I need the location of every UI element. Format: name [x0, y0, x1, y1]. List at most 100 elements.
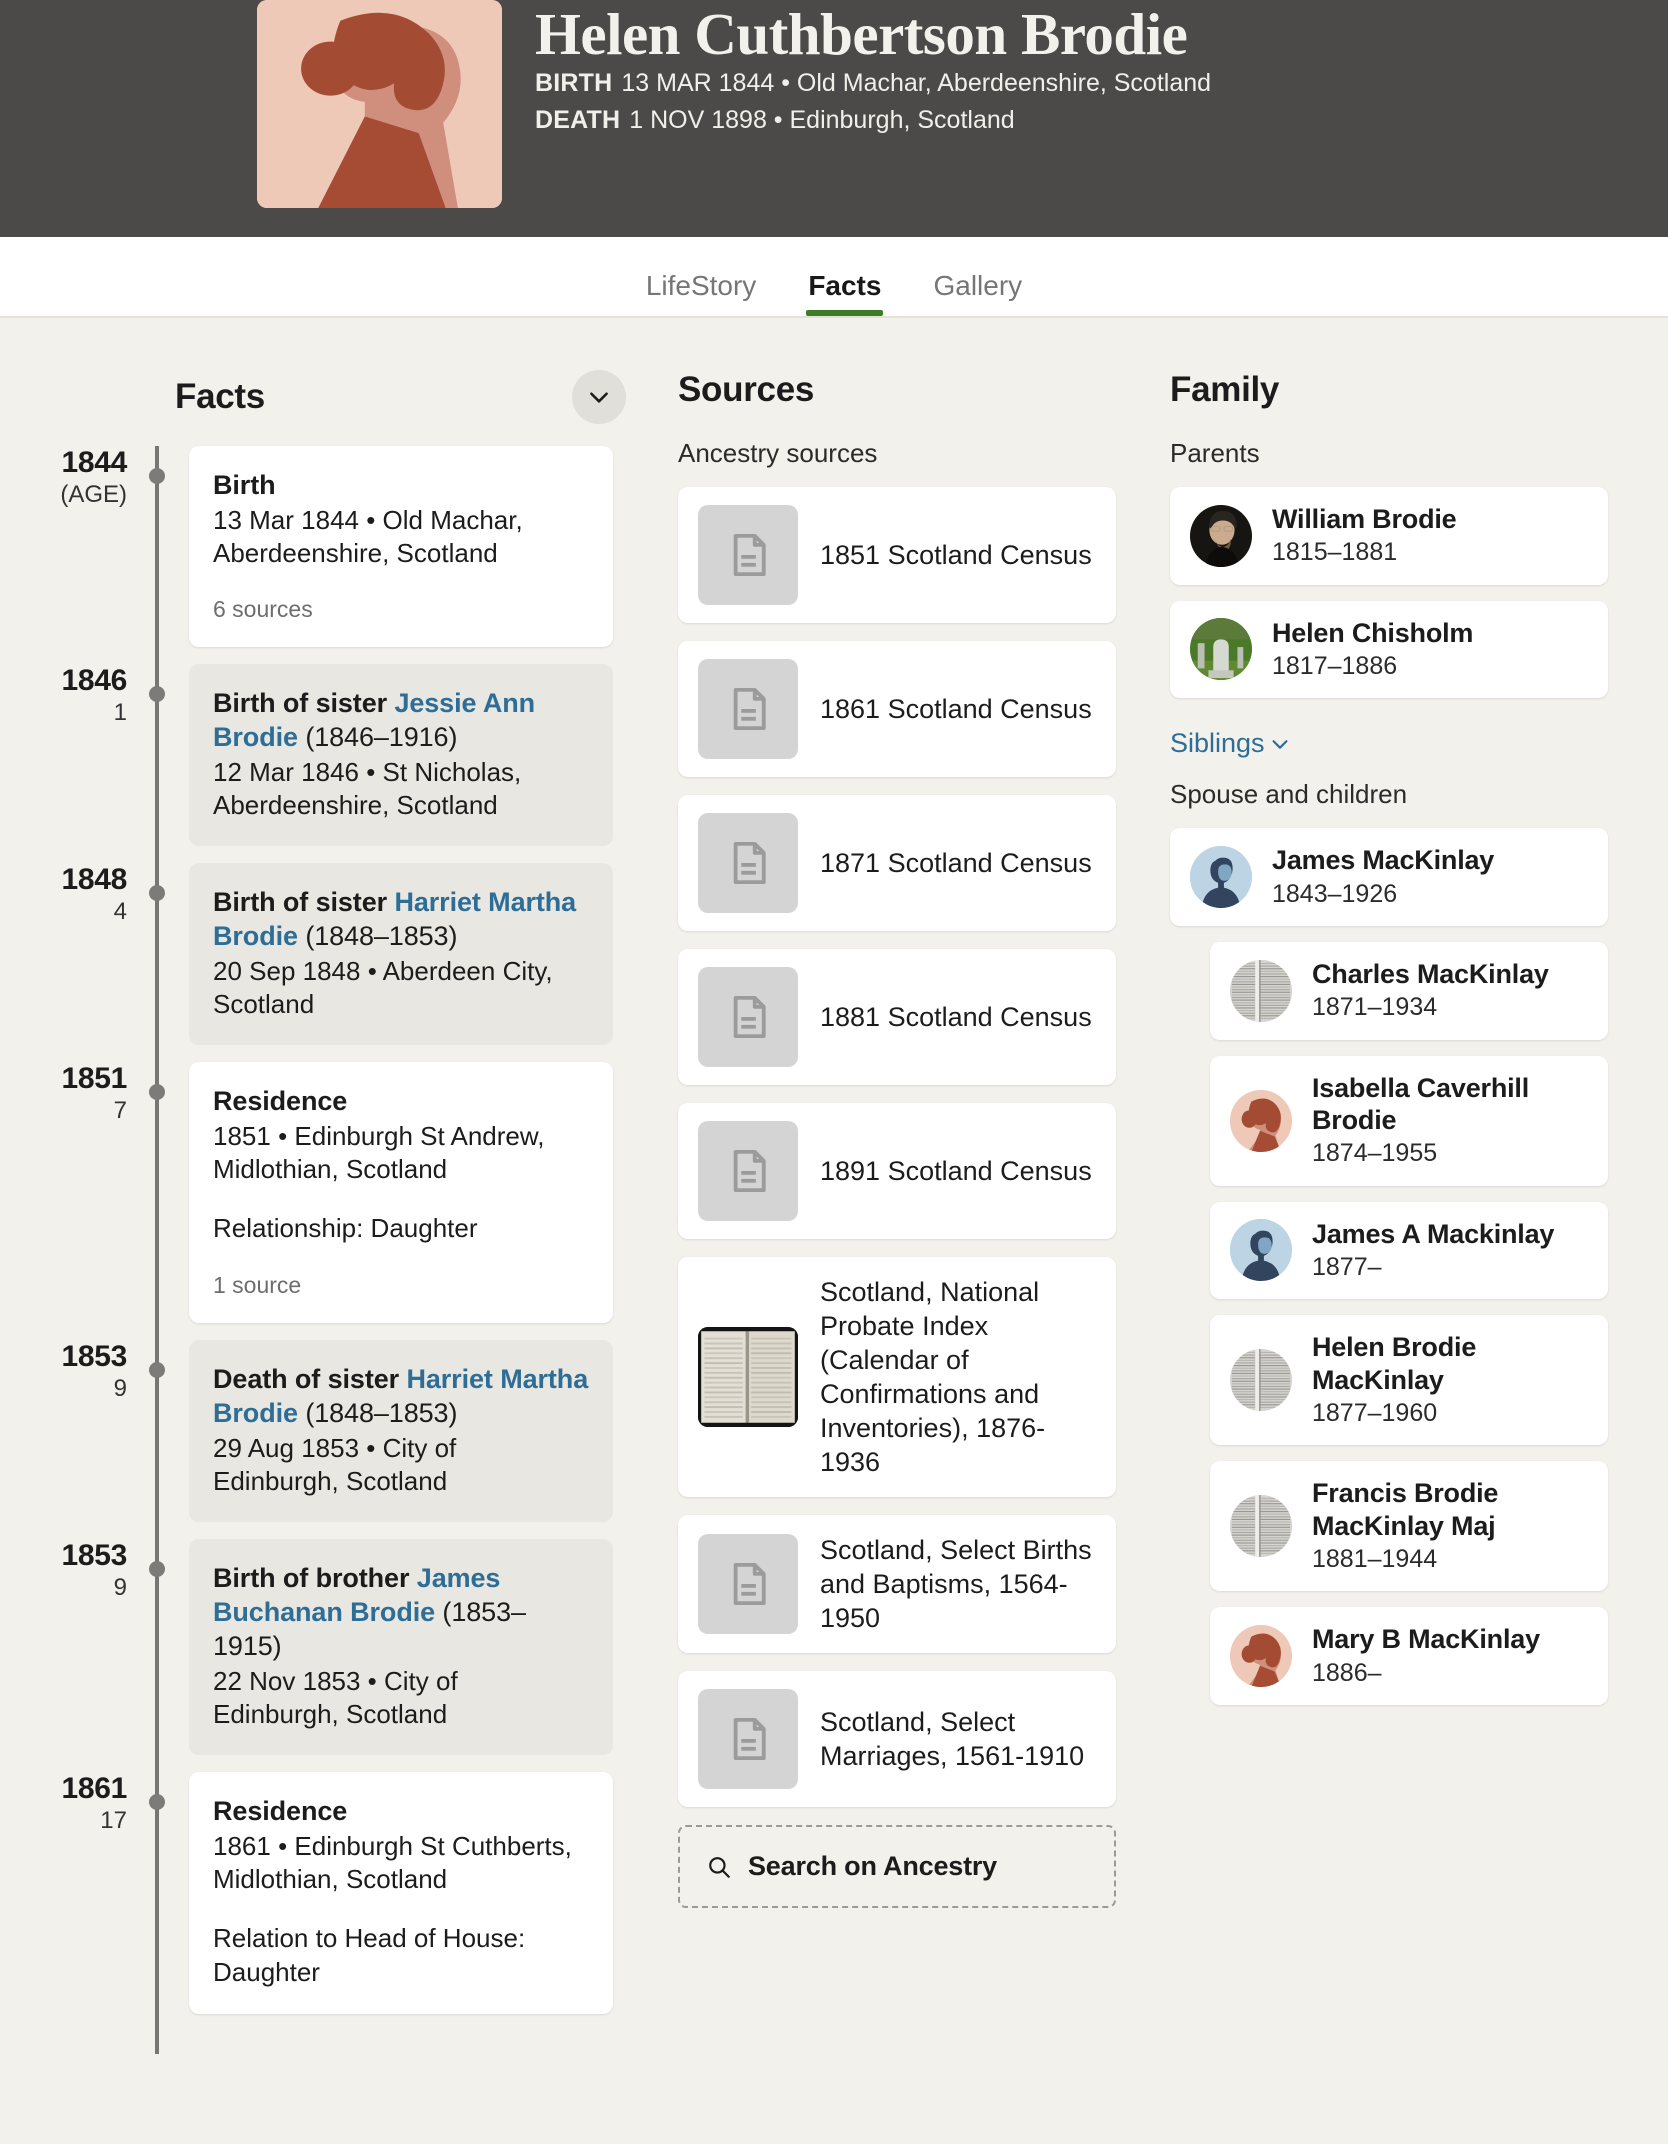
- document-scan-gray: [1230, 1349, 1292, 1412]
- document-icon: [733, 533, 766, 577]
- timeline-event: 1861 17 Residence 1861 • Edinburgh St Cuthb…: [28, 1772, 640, 2014]
- facts-header: Facts: [28, 318, 640, 424]
- source-card[interactable]: 1861 Scotland Census: [678, 641, 1116, 777]
- person-name: Charles MacKinlay: [1312, 958, 1549, 989]
- fact-title: Birth of sister Harriet Martha Brodie (1…: [213, 887, 577, 952]
- chevron-down-icon: [1272, 739, 1288, 749]
- person-name: Isabella Caverhill Brodie: [1312, 1072, 1530, 1135]
- source-card[interactable]: 1871 Scotland Census: [678, 795, 1116, 931]
- child-card[interactable]: Charles MacKinlay 1871–1934: [1210, 941, 1608, 1040]
- timeline-age: 9: [113, 1573, 127, 1601]
- fact-attribute: Relationship: Daughter: [213, 1213, 478, 1244]
- tab-facts[interactable]: Facts: [782, 272, 907, 316]
- fact-card[interactable]: Birth 13 Mar 1844 • Old Machar, Aberdeens…: [189, 446, 613, 648]
- death-line: DEATH 1 NOV 1898 • Edinburgh, Scotland: [535, 103, 1211, 138]
- fact-card[interactable]: Birth of sister Jessie Ann Brodie (1846–…: [189, 664, 613, 847]
- birth-value: 13 MAR 1844 • Old Machar, Aberdeenshire,…: [621, 69, 1212, 98]
- timeline-year: 1851: [61, 1062, 127, 1096]
- avatar: [1230, 1089, 1292, 1152]
- fact-card[interactable]: Birth of sister Harriet Martha Brodie (1…: [189, 863, 613, 1046]
- source-card[interactable]: Scotland, Select Marriages, 1561-1910: [678, 1671, 1116, 1808]
- child-card[interactable]: Isabella Caverhill Brodie 1874–1955: [1210, 1055, 1608, 1186]
- document-icon: [698, 967, 798, 1067]
- timeline-dot: [149, 468, 165, 484]
- death-label: DEATH: [535, 105, 621, 134]
- person-name: William Brodie: [1272, 504, 1457, 534]
- death-value: 1 NOV 1898 • Edinburgh, Scotland: [629, 105, 1015, 134]
- timeline-event: 1844 (AGE) Birth 13 Mar 1844 • Old Machar, …: [28, 446, 640, 648]
- document-icon: [698, 1689, 798, 1790]
- parent-card[interactable]: William Brodie 1815–1881: [1170, 487, 1608, 585]
- timeline-dot: [149, 1794, 165, 1811]
- source-title: Scotland, Select Births and Baptisms, 15…: [820, 1535, 1092, 1634]
- fact-detail: 22 Nov 1853 • City of Edinburgh, Scotlan…: [213, 1666, 458, 1730]
- fact-detail: 1851 • Edinburgh St Andrew, Midlothian, …: [213, 1121, 545, 1185]
- facts-collapse-button[interactable]: [572, 370, 626, 424]
- source-card[interactable]: 1891 Scotland Census: [678, 1103, 1116, 1239]
- fact-card[interactable]: Residence 1851 • Edinburgh St Andrew, Mid…: [189, 1062, 613, 1324]
- source-card[interactable]: Scotland, National Probate Index (Calend…: [678, 1257, 1116, 1498]
- fact-detail: 20 Sep 1848 • Aberdeen City, Scotland: [213, 956, 553, 1020]
- avatar: [1190, 846, 1252, 909]
- person-lifespan: 1874–1955: [1312, 1139, 1438, 1168]
- search-on-ancestry-label: Search on Ancestry: [748, 1851, 997, 1882]
- source-card[interactable]: Scotland, Select Births and Baptisms, 15…: [678, 1515, 1116, 1654]
- chevron-down-icon: [590, 392, 608, 403]
- person-lifespan: 1815–1881: [1272, 538, 1398, 567]
- parent-card[interactable]: Helen Chisholm 1817–1886: [1170, 600, 1608, 699]
- timeline-date: 1853 9: [28, 1340, 141, 1403]
- fact-title: Birth: [213, 470, 276, 500]
- siblings-toggle[interactable]: Siblings: [1170, 728, 1291, 759]
- fact-title: Birth of brother James Buchanan Brodie (…: [213, 1563, 526, 1662]
- fact-detail: 1861 • Edinburgh St Cuthberts, Midlothia…: [213, 1831, 572, 1895]
- search-on-ancestry-button[interactable]: Search on Ancestry: [678, 1825, 1116, 1909]
- child-card[interactable]: James A Mackinlay 1877–: [1210, 1201, 1608, 1300]
- fact-card[interactable]: Residence 1861 • Edinburgh St Cuthberts, …: [189, 1772, 613, 2014]
- person-name: James MacKinlay: [1272, 845, 1495, 876]
- timeline-year: 1846: [61, 664, 127, 698]
- source-title: Scotland, National Probate Index (Calend…: [820, 1277, 1046, 1478]
- fact-title: Birth of sister Jessie Ann Brodie (1846–…: [213, 688, 536, 753]
- child-card[interactable]: Francis Brodie MacKinlay Maj 1881–1944: [1210, 1461, 1608, 1592]
- timeline-dot: [149, 1362, 165, 1379]
- fact-title: Residence: [213, 1086, 348, 1117]
- person-lifespan: 1886–: [1312, 1658, 1382, 1687]
- avatar: [1190, 618, 1252, 681]
- timeline-dot: [149, 1084, 165, 1101]
- silhouette-male-blue: [1190, 846, 1252, 909]
- timeline-date: 1853 9: [28, 1539, 141, 1602]
- timeline-date: 1846 1: [28, 664, 141, 727]
- tab-lifestory[interactable]: LifeStory: [620, 272, 783, 316]
- fact-attribute: Relation to Head of House: Daughter: [213, 1923, 526, 1987]
- spouse-card[interactable]: James MacKinlay 1843–1926: [1170, 828, 1608, 926]
- fact-card[interactable]: Birth of brother James Buchanan Brodie (…: [189, 1539, 613, 1756]
- person-lifespan: 1843–1926: [1272, 879, 1398, 908]
- document-icon: [698, 1121, 798, 1221]
- timeline-age: 1: [113, 698, 127, 726]
- source-card[interactable]: 1851 Scotland Census: [678, 487, 1116, 623]
- timeline-age: 7: [113, 1096, 127, 1124]
- profile-header: Helen Cuthbertson Brodie BIRTH 13 MAR 184…: [0, 0, 1668, 237]
- person-lifespan: 1877–: [1312, 1252, 1382, 1281]
- parents-list: William Brodie 1815–1881 Helen Chisholm 181…: [1170, 487, 1668, 699]
- document-icon: [698, 659, 798, 759]
- fact-detail: 29 Aug 1853 • City of Edinburgh, Scotlan…: [213, 1433, 457, 1497]
- document-icon: [733, 1718, 766, 1761]
- fact-title: Death of sister Harriet Martha Brodie (1…: [213, 1364, 589, 1429]
- tab-gallery[interactable]: Gallery: [907, 272, 1048, 316]
- timeline-year: 1861: [61, 1772, 127, 1806]
- source-title: Scotland, Select Marriages, 1561-1910: [820, 1707, 1085, 1772]
- silhouette-female-peach: [1230, 1089, 1292, 1152]
- child-card[interactable]: Helen Brodie MacKinlay 1877–1960: [1210, 1315, 1608, 1446]
- child-card[interactable]: Mary B MacKinlay 1886–: [1210, 1607, 1608, 1705]
- fact-source-count[interactable]: 6 sources: [213, 596, 589, 623]
- person-lifespan: 1871–1934: [1312, 993, 1438, 1022]
- timeline-event: 1853 9 Death of sister Harriet Martha Brod…: [28, 1340, 640, 1523]
- ancestry-sources-label: Ancestry sources: [678, 438, 878, 468]
- document-icon: [733, 841, 766, 885]
- source-card[interactable]: 1881 Scotland Census: [678, 949, 1116, 1085]
- document-scan-gray: [1230, 959, 1292, 1022]
- fact-source-count[interactable]: 1 source: [213, 1272, 589, 1299]
- fact-card[interactable]: Death of sister Harriet Martha Brodie (1…: [189, 1340, 613, 1523]
- fact-title: Residence: [213, 1796, 348, 1827]
